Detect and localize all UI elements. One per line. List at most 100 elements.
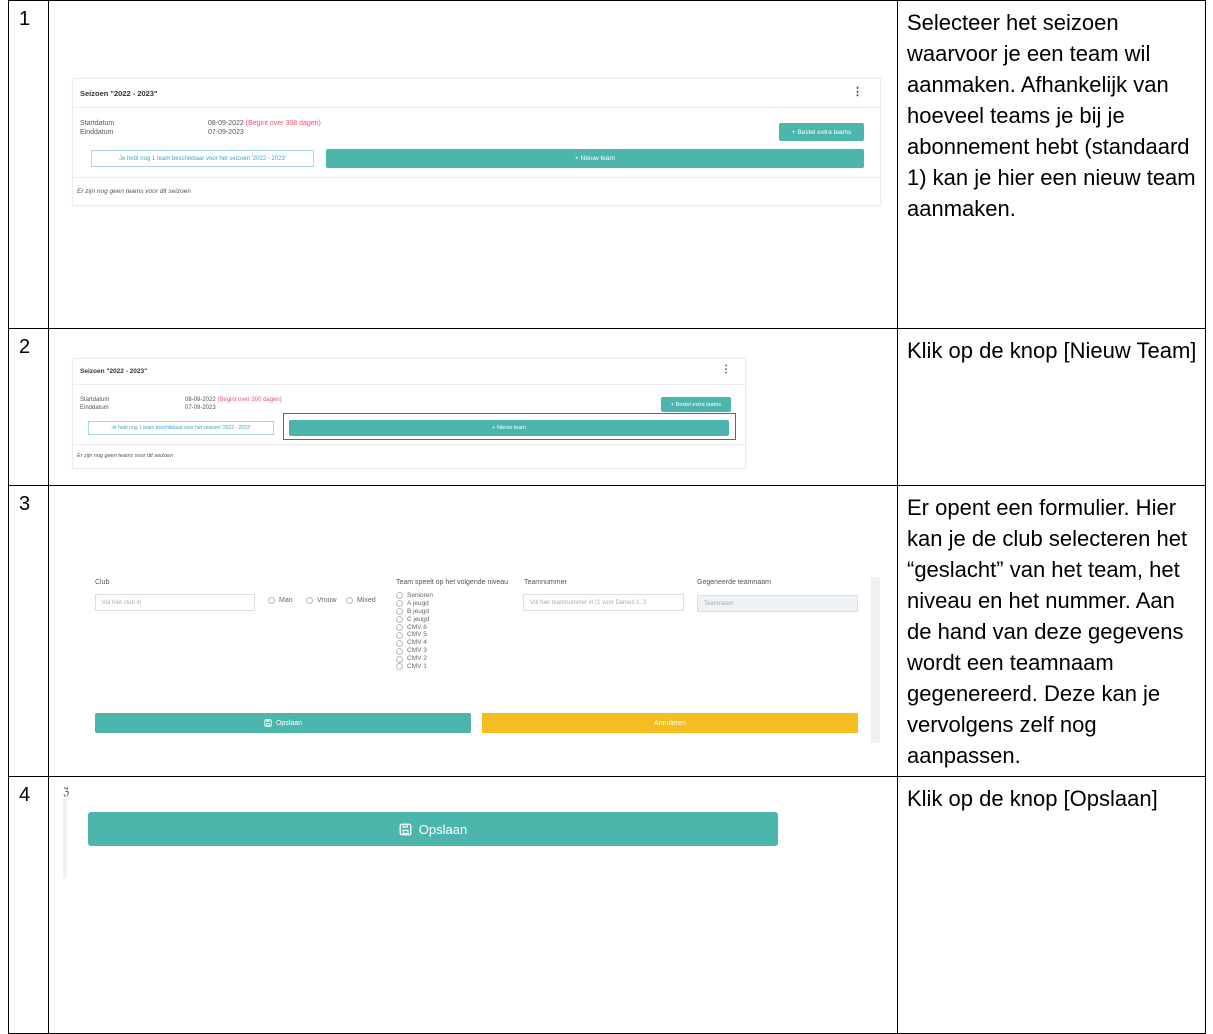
gender-label: Vrouw <box>317 597 337 604</box>
end-date: 07-09-2023 <box>208 129 244 136</box>
club-input[interactable]: Vul hier club in <box>95 594 255 611</box>
radio-icon <box>396 639 403 647</box>
team-form: Club Vul hier club in Man Vrouw Mixed Te… <box>49 486 897 776</box>
cancel-button[interactable]: Annuleren <box>482 713 858 733</box>
step-screenshot-cell: Seizoen "2022 - 2023" ⋮ Startdatum Eindd… <box>49 1 898 328</box>
step-description-cell: Klik op de knop [Opslaan] <box>898 777 1205 1034</box>
empty-teams-message: Er zijn nog geen teams voor dit seizoen <box>77 453 174 459</box>
step-number-cell: 1 <box>9 1 49 328</box>
gender-option-vrouw[interactable]: Vrouw <box>306 597 337 604</box>
step-number-cell: 4 <box>9 777 49 1034</box>
divider <box>73 107 880 108</box>
level-options: Senioren A jeugd B jeugd C jeugd CMV 6 C… <box>396 592 433 671</box>
radio-icon <box>396 655 403 663</box>
start-label: Startdatum <box>80 397 110 403</box>
step-description: Er opent een formulier. Hier kan je de c… <box>907 495 1188 768</box>
left-edge-strip <box>63 799 67 879</box>
end-label: Einddatum <box>80 405 109 411</box>
start-label: Startdatum <box>80 120 115 127</box>
gender-option-man[interactable]: Man <box>268 597 293 604</box>
level-option-label: CMV 6 <box>407 623 427 631</box>
step-description-cell: Klik op de knop [Nieuw Team] <box>898 329 1205 485</box>
save-button[interactable]: Opslaan <box>95 713 471 733</box>
level-option-label: CMV 1 <box>407 663 427 671</box>
level-label: Team speelt op het volgende niveau <box>396 579 509 586</box>
step-row-3: 3 Club Vul hier club in Man Vrouw Mixed … <box>9 486 1205 777</box>
step-number: 1 <box>19 8 31 30</box>
season-title: Seizoen "2022 - 2023" <box>80 89 158 98</box>
start-date: 08-09-2022 (Begint over 308 dagen) <box>208 120 321 127</box>
radio-icon <box>396 592 403 600</box>
radio-icon <box>396 616 403 624</box>
highlight-box <box>283 413 736 440</box>
step-description: Klik op de knop [Opslaan] <box>907 786 1158 811</box>
cursor-mark-icon: ℨ <box>63 787 70 798</box>
level-option[interactable]: CMV 1 <box>396 663 433 671</box>
step-description-cell: Er opent een formulier. Hier kan je de c… <box>898 486 1205 776</box>
floppy-disk-icon <box>264 719 272 727</box>
order-extra-teams-button[interactable]: + Bestel extra teams <box>661 397 731 412</box>
radio-icon <box>396 624 403 631</box>
level-option-label: A jeugd <box>407 599 429 607</box>
vertical-dots-icon[interactable]: ⋮ <box>852 85 863 98</box>
step-description-cell: Selecteer het seizoen waarvoor je een te… <box>898 1 1205 328</box>
start-note: (Begint over 308 dagen) <box>245 120 321 127</box>
level-option[interactable]: B jeugd <box>396 608 433 616</box>
season-title: Seizoen "2022 - 2023" <box>80 368 148 375</box>
level-option[interactable]: Senioren <box>396 592 433 600</box>
radio-icon <box>396 631 403 639</box>
level-option-label: C jeugd <box>407 615 430 623</box>
gender-option-mixed[interactable]: Mixed <box>346 597 376 604</box>
start-date-value: 08-09-2022 <box>208 120 244 127</box>
radio-icon <box>346 597 353 604</box>
vertical-dots-icon[interactable]: ⋮ <box>721 364 731 375</box>
floppy-disk-icon <box>399 823 412 835</box>
order-extra-teams-button[interactable]: + Bestel extra teams <box>779 123 864 141</box>
level-option[interactable]: CMV 6 <box>396 624 433 632</box>
save-button[interactable]: Opslaan <box>88 812 778 846</box>
radio-icon <box>396 600 403 608</box>
step-number-cell: 3 <box>9 486 49 776</box>
level-option[interactable]: CMV 2 <box>396 655 433 663</box>
start-date-value: 08-09-2022 <box>185 397 216 403</box>
step-row-4: 4 ℨ Opslaan Klik op de knop [Opslaan] <box>9 777 1205 1034</box>
level-option[interactable]: CMV 5 <box>396 631 433 639</box>
season-card: Seizoen "2022 - 2023" ⋮ Startdatum Eindd… <box>72 78 881 206</box>
step-description: Selecteer het seizoen waarvoor je een te… <box>907 10 1196 221</box>
gender-label: Mixed <box>357 597 376 604</box>
level-option[interactable]: C jeugd <box>396 616 433 624</box>
step-number-cell: 2 <box>9 329 49 485</box>
radio-icon <box>268 597 275 604</box>
available-teams-notice: Je hebt nog 1 team beschikbaar voor het … <box>88 421 274 435</box>
step-row-2: 2 Seizoen "2022 - 2023" ⋮ Startdatum Ein… <box>9 329 1205 486</box>
divider <box>73 384 745 385</box>
level-option[interactable]: CMV 4 <box>396 639 433 647</box>
level-option[interactable]: A jeugd <box>396 600 433 608</box>
new-team-button[interactable]: + Nieuw team <box>326 149 864 168</box>
level-option-label: CMV 5 <box>407 631 427 639</box>
level-option[interactable]: CMV 3 <box>396 647 433 655</box>
generated-name-label: Gegeneerde teamnaam <box>697 579 771 586</box>
step-screenshot-cell: ℨ Opslaan <box>49 777 898 1034</box>
generated-name-input: Teamnaam <box>697 595 858 612</box>
radio-icon <box>396 647 403 655</box>
level-option-label: CMV 4 <box>407 639 427 647</box>
radio-icon <box>396 663 403 671</box>
step-screenshot-cell: Seizoen "2022 - 2023" ⋮ Startdatum Eindd… <box>49 329 898 485</box>
scrollbar[interactable] <box>871 577 880 743</box>
step-number: 4 <box>19 784 31 806</box>
level-option-label: Senioren <box>407 592 434 599</box>
instruction-table: 1 Seizoen "2022 - 2023" ⋮ Startdatum Ein… <box>8 0 1206 1034</box>
gender-label: Man <box>279 597 293 604</box>
radio-icon <box>306 597 313 604</box>
end-label: Einddatum <box>80 129 114 136</box>
start-note: (Begint over 300 dagen) <box>217 397 282 403</box>
save-button-label: Opslaan <box>275 719 303 727</box>
empty-teams-message: Er zijn nog geen teams voor dit seizoen <box>77 188 191 195</box>
available-teams-notice: Je hebt nog 1 team beschikbaar voor het … <box>91 150 314 167</box>
level-option-label: B jeugd <box>407 607 430 615</box>
step-screenshot-cell: Club Vul hier club in Man Vrouw Mixed Te… <box>49 486 898 776</box>
divider <box>73 177 880 178</box>
teamnumber-input[interactable]: Vul hier teamnummer in (1 voor Dames 1, … <box>523 594 684 611</box>
level-option-label: CMV 3 <box>407 647 427 655</box>
